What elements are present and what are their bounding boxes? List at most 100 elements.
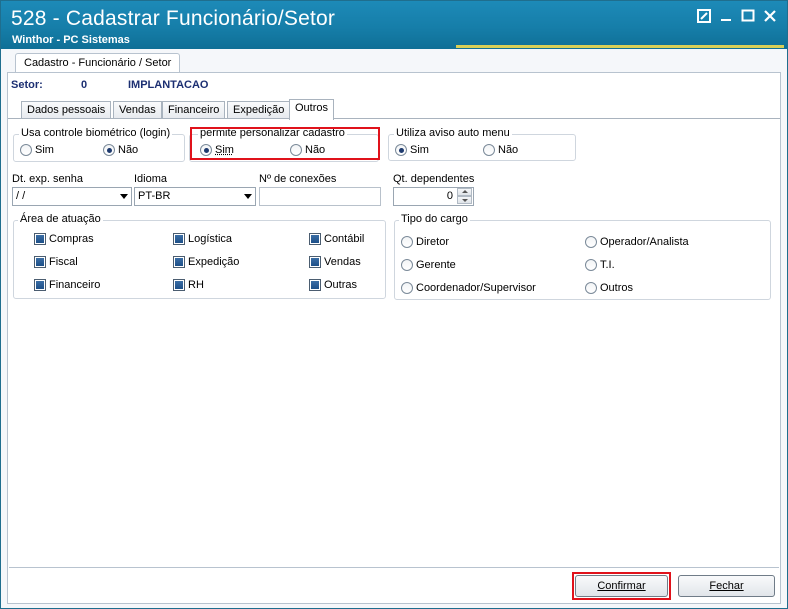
minimize-icon[interactable] — [719, 9, 735, 25]
nr-conexoes-label: Nº de conexões — [259, 173, 337, 185]
cargo-coordenador-label: Coordenador/Supervisor — [416, 282, 536, 294]
close-icon[interactable] — [763, 9, 779, 25]
radio-circle[interactable] — [401, 236, 413, 248]
cargo-gerente-label: Gerente — [416, 259, 456, 271]
dt-exp-senha-label: Dt. exp. senha — [12, 173, 83, 185]
maximize-icon[interactable] — [741, 9, 757, 25]
idioma-label: Idioma — [134, 173, 168, 185]
radio-circle[interactable] — [483, 144, 495, 156]
check-vendas[interactable]: Vendas — [309, 256, 361, 268]
window-subtitle: Winthor - PC Sistemas — [12, 34, 130, 46]
cargo-outros-label: Outros — [600, 282, 634, 294]
edit-icon[interactable] — [697, 9, 713, 25]
tipo-cargo-group: Tipo do cargo Diretor Operador/Analista … — [394, 213, 771, 300]
aviso-nao-label: Não — [498, 144, 519, 156]
checkbox[interactable] — [173, 233, 185, 245]
aviso-menu-group: Utiliza aviso auto menu Sim Não — [388, 127, 576, 161]
dt-exp-senha-field[interactable]: / / — [12, 187, 132, 206]
tipo-cargo-legend: Tipo do cargo — [399, 213, 470, 225]
radio-circle[interactable] — [401, 259, 413, 271]
checkbox[interactable] — [309, 233, 321, 245]
check-logistica-label: Logística — [188, 233, 233, 245]
tab-outros[interactable]: Outros — [289, 99, 335, 120]
checkbox[interactable] — [309, 279, 321, 291]
qt-dependentes-stepper[interactable]: 0 — [393, 187, 474, 206]
check-expedicao[interactable]: Expedição — [173, 256, 239, 268]
checkbox[interactable] — [34, 256, 46, 268]
setor-code: 0 — [81, 79, 88, 91]
check-fiscal-label: Fiscal — [49, 256, 78, 268]
cargo-ti-label: T.I. — [600, 259, 615, 271]
radio-circle[interactable] — [585, 282, 597, 294]
cargo-gerente-radio[interactable]: Gerente — [401, 259, 456, 271]
checkbox[interactable] — [34, 279, 46, 291]
nr-conexoes-input[interactable] — [259, 187, 381, 206]
idioma-value: PT-BR — [138, 190, 171, 202]
checkbox[interactable] — [309, 256, 321, 268]
check-logistica[interactable]: Logística — [173, 233, 232, 245]
aviso-sim-radio[interactable]: Sim — [395, 144, 429, 156]
check-compras-label: Compras — [49, 233, 94, 245]
aviso-sim-label: Sim — [410, 144, 429, 156]
checkbox[interactable] — [34, 233, 46, 245]
qt-dependentes-label: Qt. dependentes — [393, 173, 475, 185]
title-bar: 528 - Cadastrar Funcionário/Setor Wintho… — [1, 1, 787, 49]
biometrico-sim-radio[interactable]: Sim — [20, 144, 54, 156]
tab-vendas[interactable]: Vendas — [113, 101, 162, 119]
highlight-box — [190, 127, 380, 160]
check-contabil[interactable]: Contábil — [309, 233, 364, 245]
check-financeiro-label: Financeiro — [49, 279, 101, 291]
biometrico-legend: Usa controle biométrico (login) — [19, 127, 173, 139]
content-panel: Setor: 0 IMPLANTACAO Dados pessoais Vend… — [7, 72, 781, 604]
check-rh-label: RH — [188, 279, 204, 291]
fechar-button[interactable]: Fechar — [678, 575, 775, 597]
window-title: 528 - Cadastrar Funcionário/Setor — [11, 7, 336, 30]
aviso-menu-legend: Utiliza aviso auto menu — [394, 127, 512, 139]
chevron-down-icon[interactable] — [244, 194, 252, 199]
spin-down-icon[interactable] — [457, 196, 472, 204]
qt-dependentes-value: 0 — [446, 190, 453, 202]
checkbox[interactable] — [173, 256, 185, 268]
check-outras-label: Outras — [324, 279, 358, 291]
spin-up-icon[interactable] — [457, 188, 472, 196]
button-bar: Confirmar Fechar — [9, 567, 779, 603]
check-fiscal[interactable]: Fiscal — [34, 256, 78, 268]
check-outras[interactable]: Outras — [309, 279, 357, 291]
biometrico-group: Usa controle biométrico (login) Sim Não — [13, 127, 185, 162]
radio-circle[interactable] — [395, 144, 407, 156]
aviso-nao-radio[interactable]: Não — [483, 144, 518, 156]
cargo-coordenador-radio[interactable]: Coordenador/Supervisor — [401, 282, 536, 294]
area-atuacao-group: Área de atuação Compras Logística Contáb… — [13, 213, 386, 299]
setor-name: IMPLANTACAO — [128, 79, 209, 91]
check-vendas-label: Vendas — [324, 256, 361, 268]
tab-expedicao[interactable]: Expedição — [227, 101, 291, 119]
main-window: 528 - Cadastrar Funcionário/Setor Wintho… — [0, 0, 788, 609]
check-financeiro[interactable]: Financeiro — [34, 279, 100, 291]
checkbox[interactable] — [173, 279, 185, 291]
cargo-ti-radio[interactable]: T.I. — [585, 259, 615, 271]
area-atuacao-legend: Área de atuação — [18, 213, 103, 225]
fechar-label: Fechar — [709, 580, 744, 592]
check-contabil-label: Contábil — [324, 233, 365, 245]
check-expedicao-label: Expedição — [188, 256, 240, 268]
cargo-diretor-radio[interactable]: Diretor — [401, 236, 449, 248]
biometrico-sim-label: Sim — [35, 144, 54, 156]
cargo-outros-radio[interactable]: Outros — [585, 282, 633, 294]
check-rh[interactable]: RH — [173, 279, 204, 291]
radio-circle[interactable] — [103, 144, 115, 156]
cargo-operador-radio[interactable]: Operador/Analista — [585, 236, 689, 248]
cargo-diretor-label: Diretor — [416, 236, 450, 248]
radio-circle[interactable] — [401, 282, 413, 294]
radio-circle[interactable] — [585, 236, 597, 248]
idioma-select[interactable]: PT-BR — [134, 187, 256, 206]
tab-financeiro[interactable]: Financeiro — [162, 101, 226, 119]
tab-cadastro-funcionario-setor[interactable]: Cadastro - Funcionário / Setor — [15, 53, 181, 73]
tab-dados-pessoais[interactable]: Dados pessoais — [21, 101, 112, 119]
radio-circle[interactable] — [20, 144, 32, 156]
chevron-down-icon[interactable] — [120, 194, 128, 199]
radio-circle[interactable] — [585, 259, 597, 271]
dt-exp-senha-value: / / — [16, 190, 26, 202]
biometrico-nao-radio[interactable]: Não — [103, 144, 138, 156]
check-compras[interactable]: Compras — [34, 233, 94, 245]
biometrico-nao-label: Não — [118, 144, 139, 156]
